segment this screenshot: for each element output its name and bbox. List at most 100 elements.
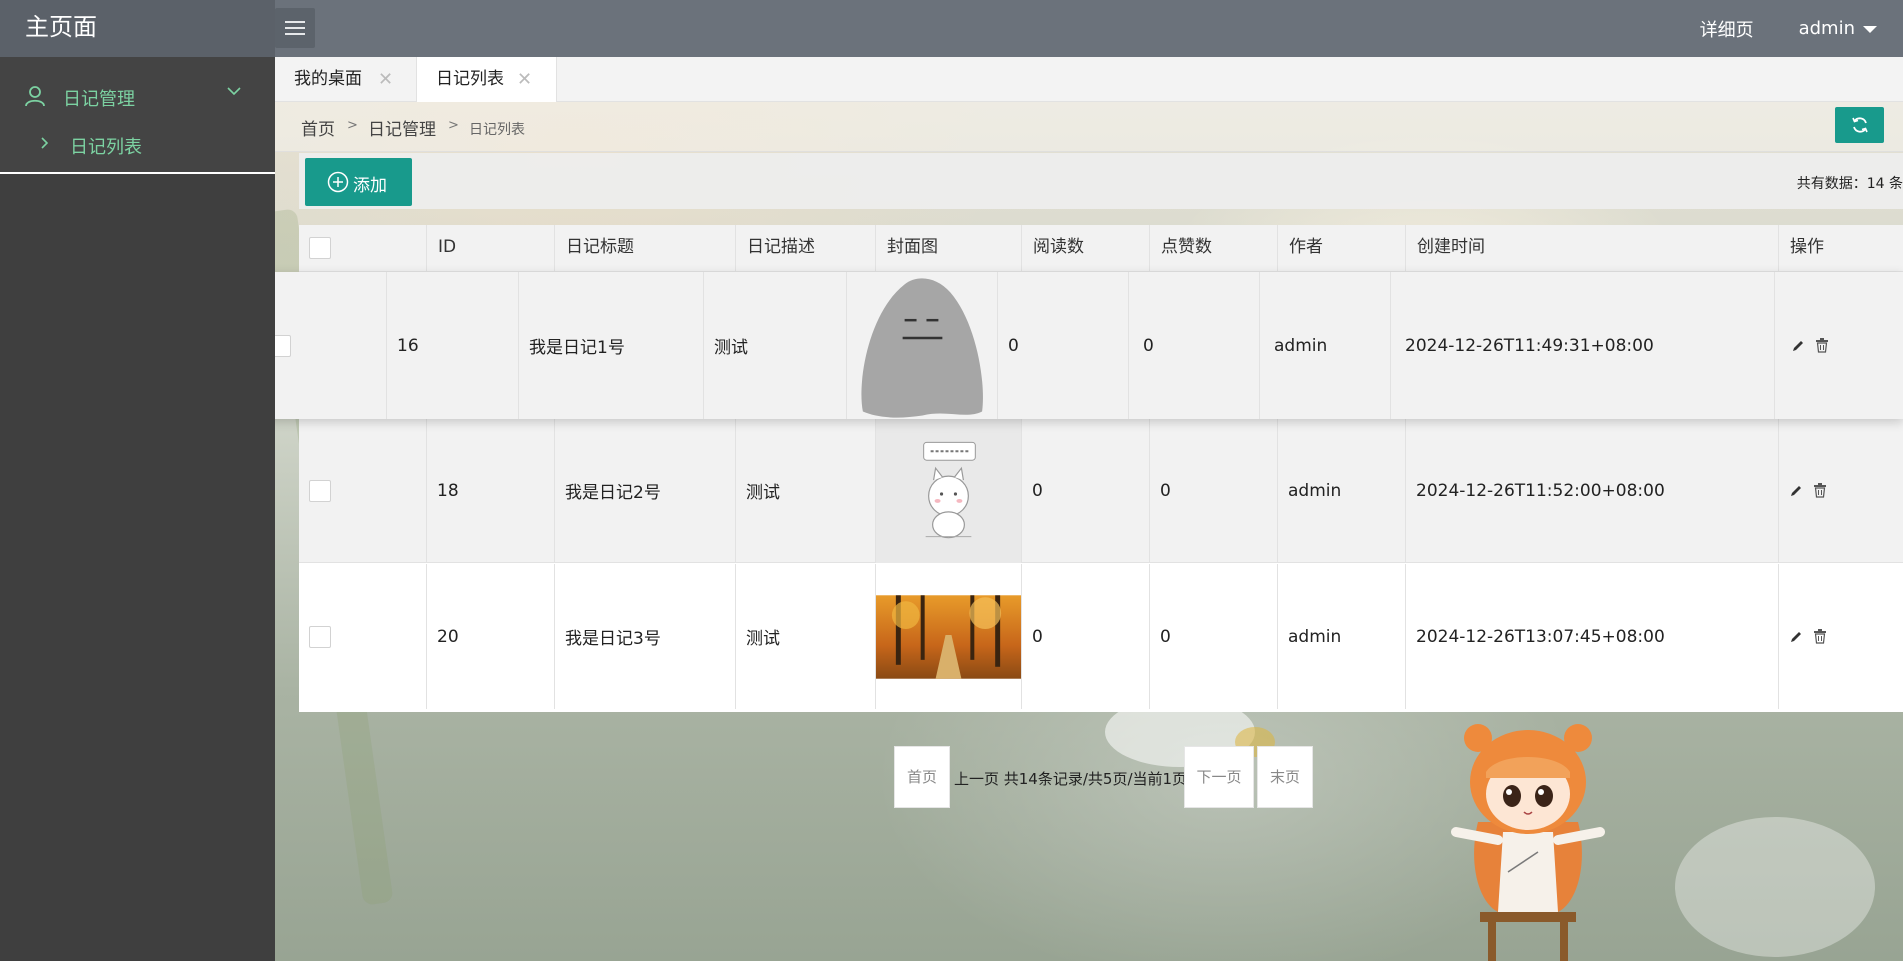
edit-icon[interactable] — [1789, 630, 1803, 644]
breadcrumb-separator: > — [448, 118, 459, 133]
cell-created: 2024-12-26T13:07:45+08:00 — [1406, 564, 1779, 709]
sidebar-group-diary-management[interactable]: 日记管理 — [0, 79, 275, 115]
tab-label: 日记列表 — [436, 69, 504, 89]
table-row[interactable]: 18 我是日记2号 测试 0 0 admin 2024-12-26T11:52:… — [299, 418, 1903, 563]
sidebar-group-label: 日记管理 — [63, 89, 135, 110]
breadcrumb-parent[interactable]: 日记管理 — [368, 115, 436, 140]
cell-created: 2024-12-26T11:52:00+08:00 — [1406, 418, 1779, 563]
cell-id: 20 — [427, 564, 555, 709]
delete-icon[interactable] — [1813, 629, 1827, 644]
delete-icon[interactable] — [1815, 338, 1829, 353]
cell-reads: 0 — [998, 272, 1129, 419]
sidebar-item-label: 日记列表 — [70, 137, 142, 158]
close-icon[interactable]: ✕ — [378, 57, 393, 102]
hamburger-icon — [285, 21, 305, 23]
edit-icon[interactable] — [1791, 339, 1805, 353]
cell-author: admin — [1278, 564, 1406, 709]
chevron-down-icon — [227, 87, 241, 96]
column-header[interactable]: 点赞数 — [1150, 225, 1278, 272]
row-select-cell — [299, 418, 427, 563]
cell-author: admin — [1260, 272, 1391, 419]
menu-toggle-button[interactable] — [275, 8, 315, 48]
cell-title: 我是日记3号 — [555, 564, 736, 709]
cover-image-forest — [876, 594, 1021, 679]
cell-likes: 0 — [1129, 272, 1260, 419]
mascot-character-image — [1451, 724, 1605, 961]
sidebar-item-diary-list[interactable]: 日记列表 — [0, 127, 275, 163]
cover-image-cat — [923, 441, 976, 539]
cell-actions — [1779, 418, 1903, 563]
cell-title: 我是日记2号 — [555, 418, 736, 563]
cell-desc: 测试 — [736, 418, 876, 563]
table-header: ID 日记标题 日记描述 封面图 阅读数 点赞数 作者 创建时间 操作 — [299, 225, 1903, 272]
cell-actions — [1775, 272, 1903, 419]
user-name: admin — [1798, 18, 1855, 39]
tab-label: 我的桌面 — [294, 69, 362, 89]
add-button-label: 添加 — [353, 176, 387, 196]
breadcrumb: 首页 > 日记管理 > 日记列表 — [275, 102, 1903, 152]
row-checkbox[interactable] — [309, 625, 331, 648]
row-select-cell — [275, 272, 387, 419]
breadcrumb-home[interactable]: 首页 — [301, 115, 335, 140]
detail-page-link[interactable]: 详细页 — [1700, 16, 1754, 42]
column-header[interactable]: 封面图 — [876, 225, 1022, 272]
breadcrumb-current: 日记列表 — [469, 122, 525, 138]
table-toolbar: 添加 共有数据：14 条 — [299, 153, 1903, 209]
cell-cover — [876, 564, 1022, 709]
column-header[interactable]: 操作 — [1779, 225, 1903, 272]
cell-created: 2024-12-26T11:49:31+08:00 — [1391, 272, 1775, 419]
cell-id: 16 — [387, 272, 519, 419]
header-select-all — [299, 225, 427, 272]
table-row[interactable]: 20 我是日记3号 测试 0 0 admin 2024-12-26T13:07:… — [299, 564, 1903, 709]
select-all-checkbox[interactable] — [309, 237, 331, 259]
refresh-button[interactable] — [1835, 107, 1884, 143]
cell-likes: 0 — [1150, 418, 1278, 563]
user-menu[interactable]: admin — [1799, 18, 1877, 39]
background-decoration — [1675, 817, 1875, 957]
add-button[interactable]: 添加 — [305, 158, 412, 206]
cell-author: admin — [1278, 418, 1406, 563]
column-header[interactable]: 作者 — [1278, 225, 1406, 272]
hamburger-icon-line — [285, 33, 305, 35]
row-checkbox[interactable] — [275, 334, 291, 357]
cell-desc: 测试 — [704, 272, 847, 419]
column-header[interactable]: ID — [427, 225, 555, 272]
first-page-button[interactable]: 首页 — [894, 746, 950, 808]
sidebar: 日记管理 日记列表 — [0, 57, 275, 961]
close-icon[interactable]: ✕ — [517, 57, 532, 102]
chevron-right-icon — [41, 137, 49, 149]
column-header[interactable]: 日记描述 — [736, 225, 876, 272]
delete-icon[interactable] — [1813, 483, 1827, 498]
table-row-hovered[interactable]: 16 我是日记1号 测试 0 0 admin 2024-12-26T11:49:… — [275, 272, 1903, 419]
tab-my-desktop[interactable]: 我的桌面 ✕ — [275, 57, 415, 102]
edit-icon[interactable] — [1789, 484, 1803, 498]
cell-cover — [876, 418, 1022, 563]
user-icon — [25, 86, 45, 107]
app-logo[interactable]: 主页面 — [0, 0, 275, 57]
hamburger-icon-line — [285, 27, 305, 29]
cell-title: 我是日记1号 — [519, 272, 704, 419]
pagination-info: 上一页 共14条记录/共5页/当前1页 — [954, 770, 1188, 788]
column-header[interactable]: 阅读数 — [1022, 225, 1150, 272]
tab-diary-list[interactable]: 日记列表 ✕ — [416, 57, 557, 102]
last-page-button[interactable]: 末页 — [1257, 746, 1313, 808]
refresh-icon — [1852, 117, 1868, 133]
cell-id: 18 — [427, 418, 555, 563]
cell-reads: 0 — [1022, 418, 1150, 563]
caret-down-icon — [1863, 26, 1877, 33]
row-checkbox[interactable] — [309, 479, 331, 502]
sidebar-group: 日记管理 日记列表 — [0, 57, 275, 174]
row-select-cell — [299, 564, 427, 709]
cell-cover — [847, 272, 998, 419]
plus-circle-icon — [327, 171, 349, 193]
cover-image-ghost — [861, 278, 983, 418]
top-bar: 主页面 详细页 admin — [0, 0, 1903, 57]
breadcrumb-separator: > — [347, 118, 358, 133]
total-count: 共有数据：14 条 — [1796, 176, 1903, 192]
column-header[interactable]: 日记标题 — [555, 225, 736, 272]
column-header[interactable]: 创建时间 — [1406, 225, 1779, 272]
cell-reads: 0 — [1022, 564, 1150, 709]
content-area: 我的桌面 ✕ 日记列表 ✕ 首页 > 日记管理 > 日记列表 添加 共有数据：1… — [275, 57, 1903, 961]
cell-actions — [1779, 564, 1903, 709]
next-page-button[interactable]: 下一页 — [1184, 746, 1254, 808]
